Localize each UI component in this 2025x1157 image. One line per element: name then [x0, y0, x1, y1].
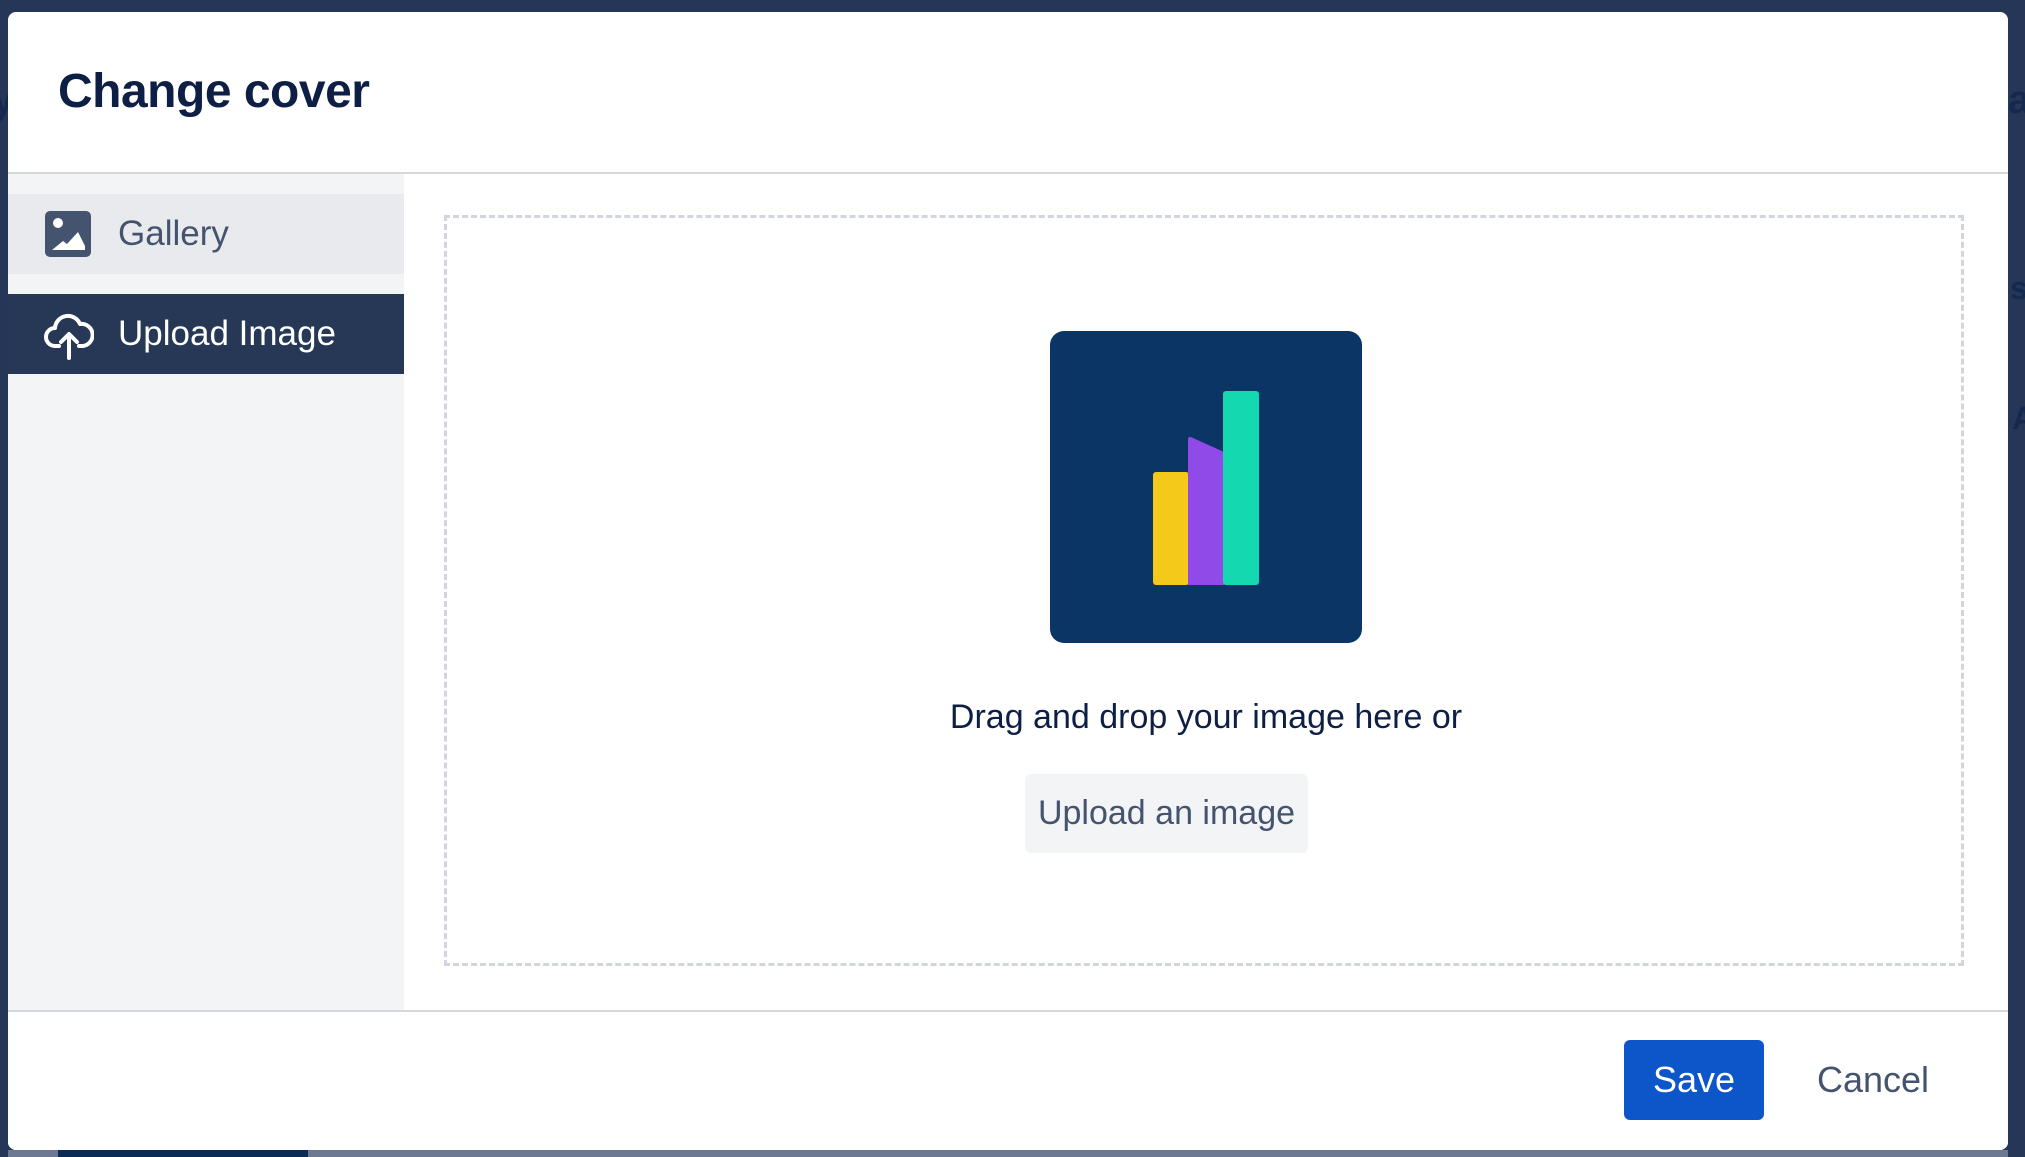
- dialog-title: Change cover: [58, 65, 370, 118]
- save-button[interactable]: Save: [1624, 1040, 1764, 1120]
- cover-source-sidebar: Gallery Upload Image: [8, 174, 404, 1010]
- bar-chart-logo-icon: [1050, 331, 1362, 643]
- logo-bar-teal: [1223, 391, 1259, 585]
- background-text-fragment: s: [2010, 270, 2025, 306]
- background-page-button: [58, 1150, 308, 1157]
- image-icon: [44, 210, 92, 258]
- background-text-fragment: A: [2012, 400, 2025, 436]
- sidebar-item-upload-image[interactable]: Upload Image: [8, 294, 404, 374]
- background-text-fragment: ar: [2008, 78, 2025, 122]
- sidebar-item-label: Gallery: [118, 214, 229, 253]
- dialog-header: Change cover: [8, 12, 2008, 174]
- upload-an-image-button[interactable]: Upload an image: [1025, 774, 1308, 853]
- logo-bar-yellow: [1153, 472, 1189, 585]
- dialog-footer: Save Cancel: [8, 1010, 2008, 1150]
- change-cover-dialog: Change cover Gallery Upload Image Drag a…: [8, 12, 2008, 1150]
- sidebar-item-label: Upload Image: [118, 314, 336, 353]
- cloud-upload-icon: [44, 310, 95, 360]
- logo-bar-purple: [1188, 436, 1224, 585]
- cancel-button[interactable]: Cancel: [1798, 1040, 1948, 1120]
- upload-panel: Drag and drop your image here or Upload …: [404, 174, 2008, 1010]
- drag-drop-prompt: Drag and drop your image here or: [949, 698, 1463, 736]
- sidebar-item-gallery[interactable]: Gallery: [8, 194, 404, 274]
- background-page-strip: [8, 1150, 2008, 1157]
